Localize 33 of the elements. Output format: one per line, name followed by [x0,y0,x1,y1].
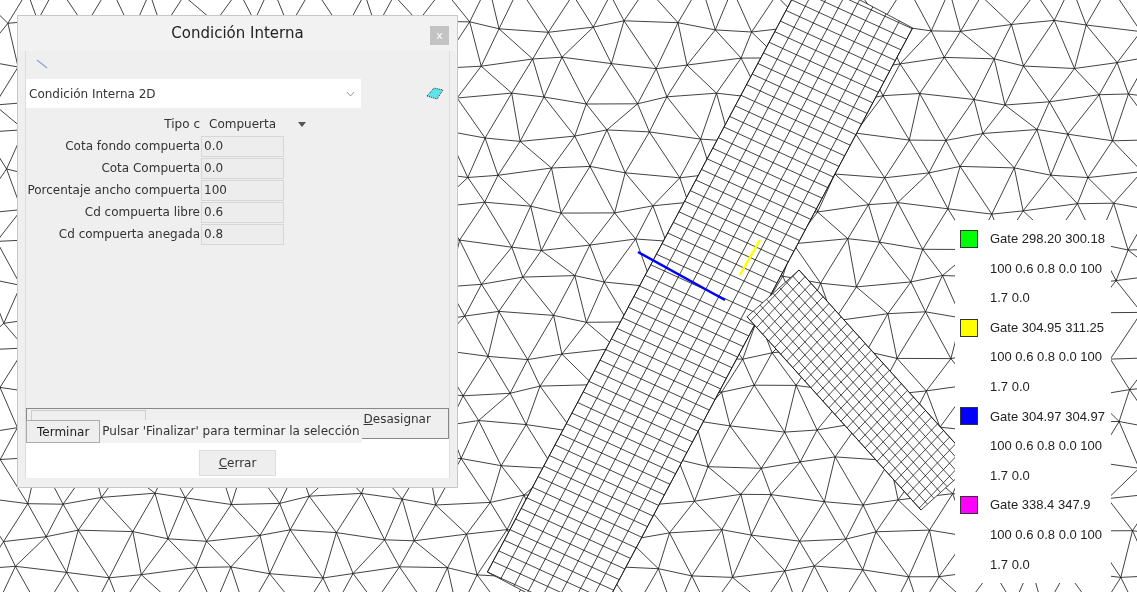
legend-text: 1.7 0.0 [990,378,1030,396]
close-dialog-button[interactable]: Cerrar [199,449,276,476]
legend-text: Gate 304.95 311.25 [990,318,1104,337]
input-field[interactable]: 0.6 [201,201,284,223]
legend-text: 100 0.6 0.8 0.0 100 [990,259,1103,278]
input-field[interactable]: 0.0 [201,135,284,157]
input-field[interactable]: 0.8 [201,223,284,245]
field-label: Cd compuerta libre [83,204,201,221]
condition-dropdown[interactable]: Condición Interna 2D [26,79,361,108]
type-label: Tipo c [163,116,201,133]
legend-text: 100 0.6 0.8 0.0 100 [990,526,1103,544]
field-label: Cota Compuerta [100,160,201,177]
type-dropdown[interactable]: Compuerta [201,115,306,133]
legend-text: Gate 304.97 304.97 [990,407,1105,426]
legend-text: 100 0.6 0.8 0.0 100 [990,437,1103,456]
legend-text: 1.7 0.0 [990,555,1030,574]
unassign-button[interactable]: Desasignar [361,410,433,428]
legend-text: 1.7 0.0 [990,466,1030,485]
window-title: Condición Interna [171,23,304,45]
input-field[interactable]: 100 [201,179,284,201]
legend-text: 100 0.6 0.8 0.0 100 [990,348,1103,367]
line-tool-icon[interactable] [36,59,48,69]
legend-text: 1.7 0.0 [990,289,1030,308]
finish-button[interactable]: Terminar [26,420,101,443]
chevron-icon [346,90,355,97]
eraser-icon[interactable] [425,85,445,102]
input-field[interactable]: 0.0 [201,157,284,179]
field-label: Porcentaje ancho compuerta [26,182,201,199]
field-label: Cd compuerta anegada [57,226,201,243]
legend-text: Gate 338.4 347.9 [990,496,1091,515]
legend-text: Gate 298.20 300.18 [990,230,1105,249]
field-label: Cota fondo compuerta [64,138,201,155]
caret-icon [298,121,306,127]
